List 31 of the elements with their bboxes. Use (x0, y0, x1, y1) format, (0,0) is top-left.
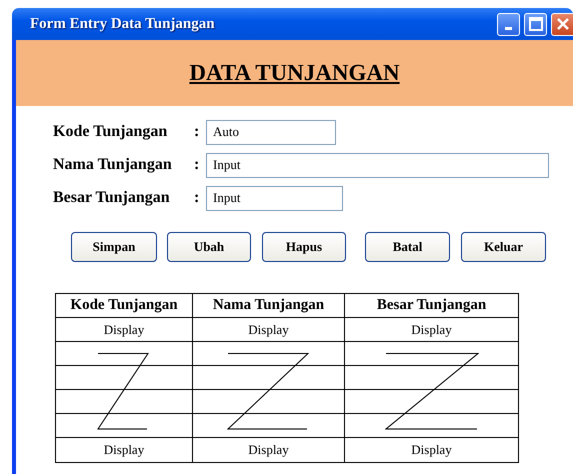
window-title: Form Entry Data Tunjangan (30, 16, 215, 32)
action-button[interactable]: Batal (365, 232, 450, 262)
colon: : (194, 123, 200, 141)
close-button[interactable] (551, 12, 573, 36)
minimize-icon (505, 27, 512, 30)
maximize-button[interactable] (524, 12, 547, 36)
form-heading: DATA TUNJANGAN (189, 60, 400, 86)
table-cell: Display (193, 318, 344, 342)
input-field[interactable]: Auto (206, 120, 336, 144)
field-label: Nama Tunjangan (53, 156, 173, 174)
minimize-button[interactable] (497, 12, 520, 36)
column-header: Besar Tunjangan (345, 294, 518, 318)
maximize-icon (528, 17, 542, 31)
field-label: Kode Tunjangan (53, 123, 168, 141)
action-button[interactable]: Hapus (262, 232, 346, 262)
table-cell: Display (56, 318, 192, 342)
table-cell-text: Display (410, 441, 453, 459)
input-field[interactable]: Input (206, 152, 549, 178)
column-header: Nama Tunjangan (193, 294, 344, 318)
action-button[interactable]: Keluar (461, 232, 546, 262)
table-cell: Display (345, 318, 518, 342)
table-cell-text: Display (247, 441, 290, 459)
field-label: Besar Tunjangan (53, 189, 171, 207)
column-header: Kode Tunjangan (56, 294, 192, 318)
table-cell-text: Display (102, 441, 146, 459)
colon: : (194, 189, 200, 207)
action-button[interactable]: Ubah (167, 232, 251, 262)
close-icon (556, 17, 570, 31)
colon: : (194, 156, 200, 174)
action-button[interactable]: Simpan (71, 232, 157, 262)
input-field[interactable]: Input (206, 186, 343, 210)
